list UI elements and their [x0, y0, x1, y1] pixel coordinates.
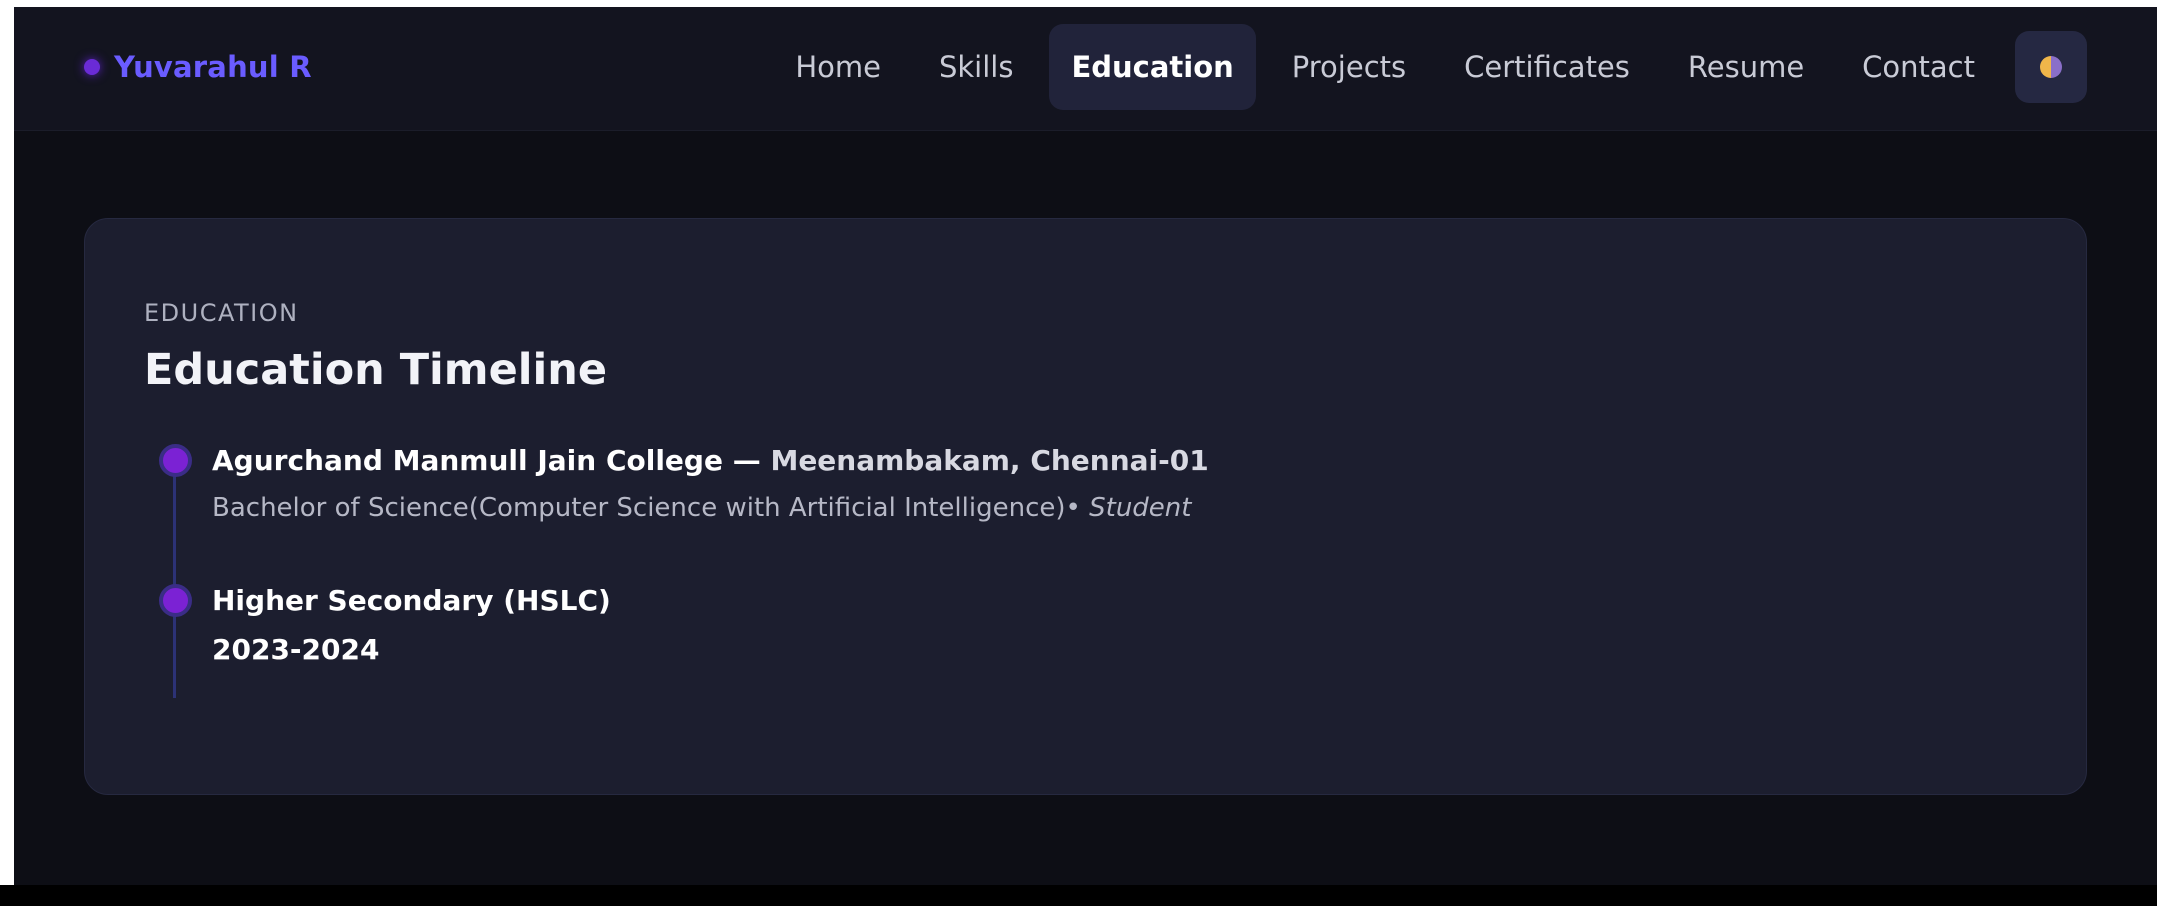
subtitle-bullet: •: [1065, 493, 1090, 523]
section-eyebrow: EDUCATION: [144, 299, 299, 327]
bottom-strip: [0, 885, 2157, 906]
brand-name[interactable]: Yuvarahul R: [114, 50, 312, 84]
education-timeline: Agurchand Manmull Jain College — Meenamb…: [144, 444, 1944, 724]
degree-name: Bachelor of Science(Computer Science wit…: [212, 493, 1066, 523]
timeline-item-title: Higher Secondary (HSLC): [212, 584, 611, 617]
section-title: Education Timeline: [144, 345, 607, 395]
browser-viewport: Yuvarahul R Home Skills Education Projec…: [14, 7, 2157, 885]
brand-dot-icon: [84, 59, 100, 75]
education-card: EDUCATION Education Timeline Agurchand M…: [84, 218, 2087, 795]
institution-name: Agurchand Manmull Jain College: [212, 444, 723, 477]
timeline-dot-icon: [159, 444, 192, 477]
institution-location: Meenambakam, Chennai-01: [770, 444, 1209, 477]
nav-link-contact[interactable]: Contact: [1840, 30, 1997, 104]
nav-links: Home Skills Education Projects Certifica…: [773, 23, 2087, 111]
brand[interactable]: Yuvarahul R: [84, 47, 312, 87]
nav-link-projects[interactable]: Projects: [1270, 30, 1428, 104]
role-label: Student: [1089, 493, 1192, 523]
nav-link-education[interactable]: Education: [1049, 24, 1256, 110]
timeline-item-title: Agurchand Manmull Jain College — Meenamb…: [212, 444, 1209, 477]
title-separator: —: [722, 444, 771, 477]
nav-link-resume[interactable]: Resume: [1666, 30, 1826, 104]
timeline-line: [173, 458, 176, 698]
timeline-item-years: 2023-2024: [212, 633, 380, 666]
theme-toggle-icon: [2040, 56, 2062, 78]
navbar: Yuvarahul R Home Skills Education Projec…: [14, 7, 2157, 131]
timeline-item-content: Higher Secondary (HSLC) 2023-2024: [212, 584, 611, 666]
theme-toggle-button[interactable]: [2015, 31, 2087, 103]
timeline-item-content: Agurchand Manmull Jain College — Meenamb…: [212, 444, 1209, 523]
nav-link-certificates[interactable]: Certificates: [1442, 30, 1652, 104]
nav-link-home[interactable]: Home: [773, 30, 903, 104]
page: Yuvarahul R Home Skills Education Projec…: [0, 0, 2157, 906]
nav-link-skills[interactable]: Skills: [917, 30, 1035, 104]
timeline-dot-icon: [159, 584, 192, 617]
timeline-item-subtitle: Bachelor of Science(Computer Science wit…: [212, 493, 1209, 523]
